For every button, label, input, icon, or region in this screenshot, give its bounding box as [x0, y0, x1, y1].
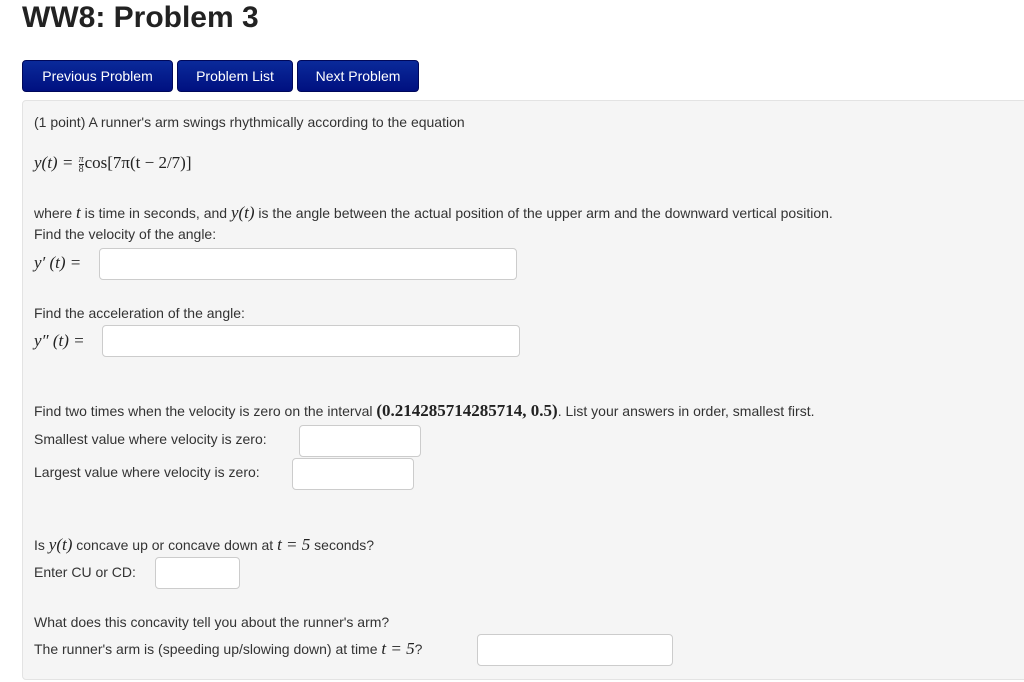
smallest-label: Smallest value where velocity is zero: — [34, 431, 267, 447]
cucd-input[interactable] — [155, 557, 240, 589]
velocity-label: y′ (t) = — [34, 253, 82, 272]
page-title: WW8: Problem 3 — [22, 1, 259, 34]
arm-prompt: What does this concavity tell you about … — [34, 614, 390, 630]
fraction: π8 — [78, 153, 84, 175]
acceleration-label: y″ (t) = — [34, 331, 85, 350]
previous-problem-button[interactable]: Previous Problem — [22, 60, 173, 92]
acceleration-input[interactable] — [102, 325, 520, 357]
smallest-value-input[interactable] — [299, 425, 421, 457]
concavity-prompt: Is y(t) concave up or concave down at t … — [34, 535, 375, 554]
equation: y(t) = π 8 cos[7π(t − 2/7)] — [34, 153, 192, 175]
problem-panel — [22, 100, 1024, 680]
zero-velocity-prompt: Find two times when the velocity is zero… — [34, 401, 815, 420]
largest-label: Largest value where velocity is zero: — [34, 464, 260, 480]
acceleration-prompt: Find the acceleration of the angle: — [34, 305, 245, 321]
problem-list-button[interactable]: Problem List — [177, 60, 293, 92]
where-text: where t is time in seconds, and y(t) is … — [34, 203, 833, 222]
problem-intro: (1 point) A runner's arm swings rhythmic… — [34, 114, 465, 130]
arm-label: The runner's arm is (speeding up/slowing… — [34, 639, 423, 658]
largest-value-input[interactable] — [292, 458, 414, 490]
velocity-input[interactable] — [99, 248, 517, 280]
arm-input[interactable] — [477, 634, 673, 666]
cucd-label: Enter CU or CD: — [34, 564, 136, 580]
velocity-prompt: Find the velocity of the angle: — [34, 226, 217, 242]
next-problem-button[interactable]: Next Problem — [297, 60, 419, 92]
